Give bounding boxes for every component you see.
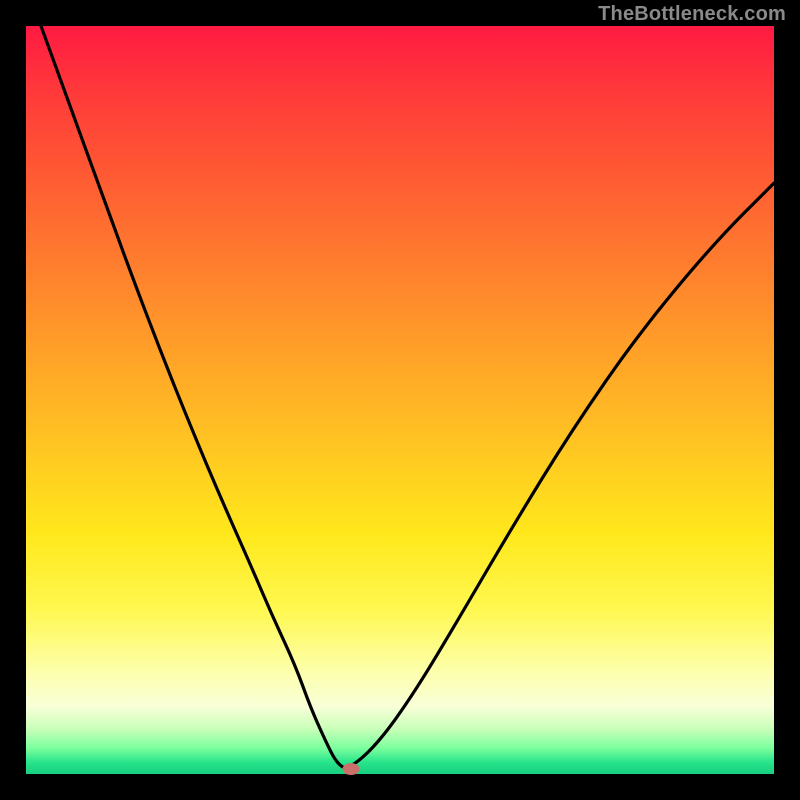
watermark-text: TheBottleneck.com xyxy=(598,3,786,26)
optimum-marker xyxy=(343,763,360,775)
plot-area xyxy=(26,26,774,774)
chart-frame: TheBottleneck.com xyxy=(0,0,800,800)
bottleneck-curve xyxy=(26,26,774,774)
